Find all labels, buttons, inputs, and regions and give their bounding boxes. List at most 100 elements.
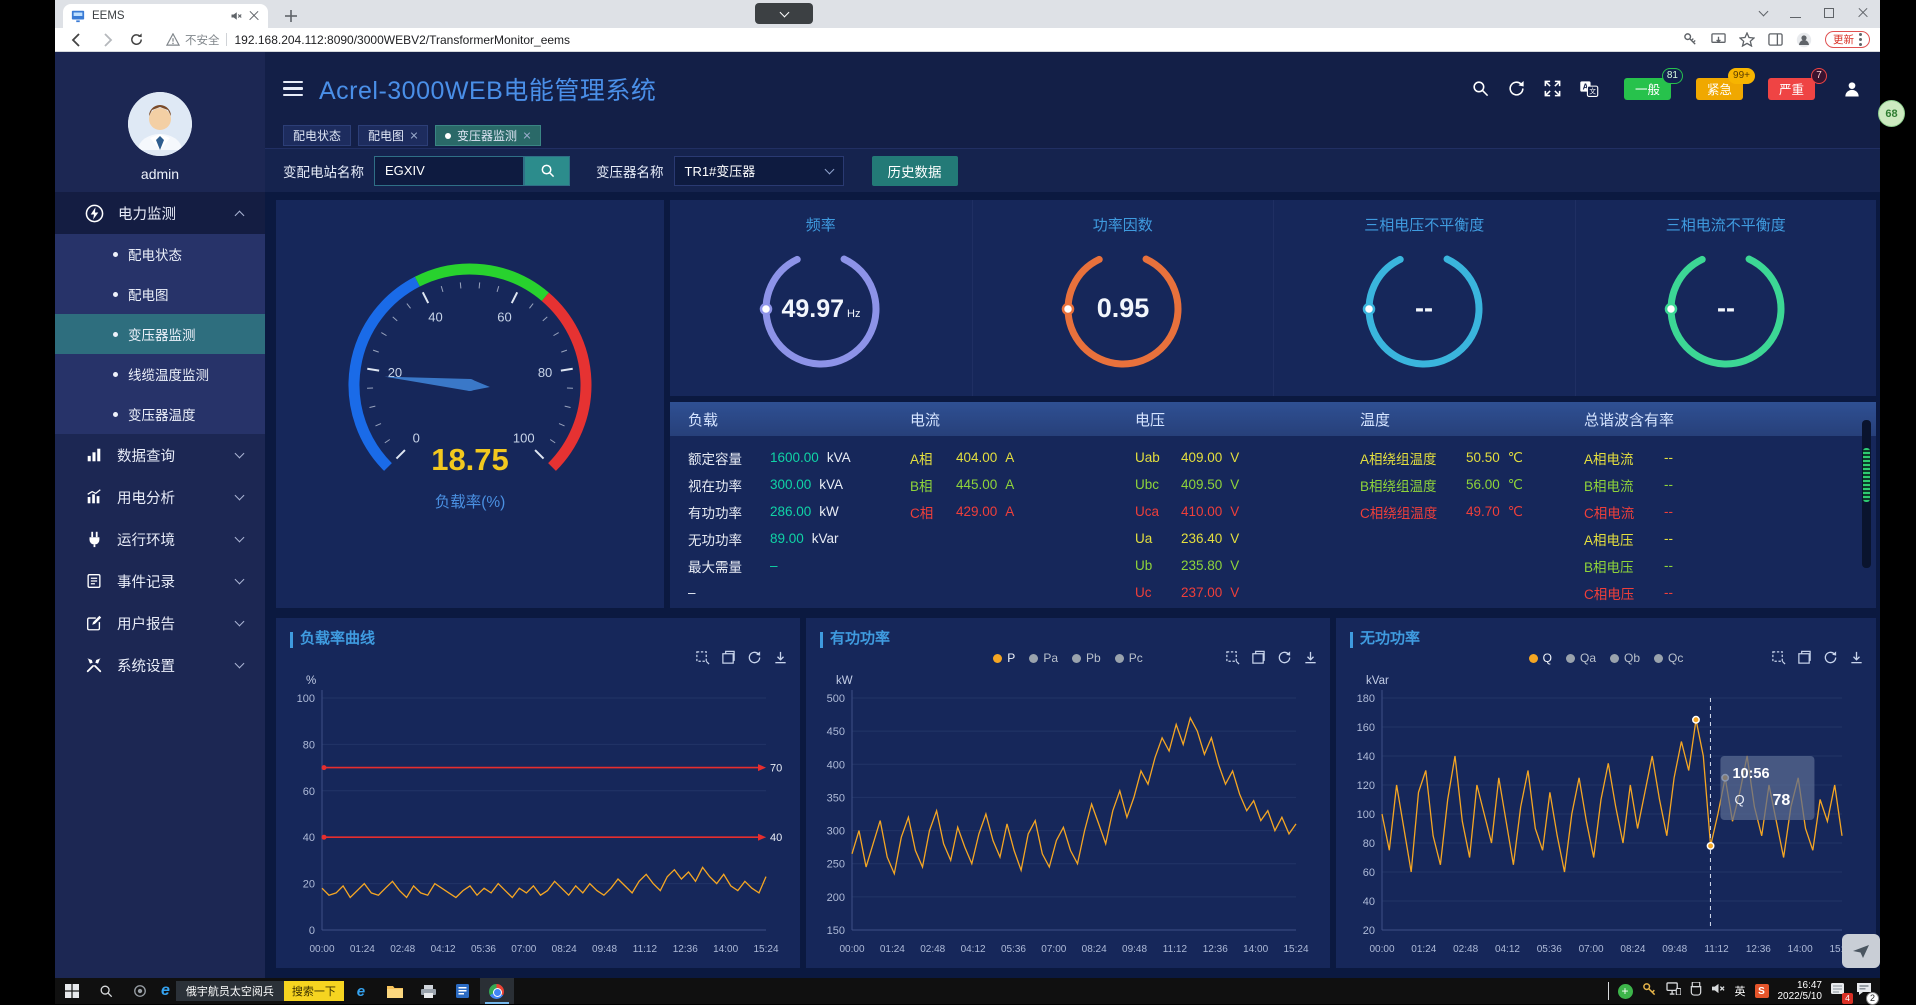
chart-refresh-icon[interactable]	[1277, 650, 1292, 665]
sidebar-item-2[interactable]: 用电分析	[55, 476, 265, 518]
header-translate-icon[interactable]: A文	[1579, 79, 1599, 98]
floating-chat-button[interactable]	[1842, 934, 1880, 968]
taskbar-app-explorer[interactable]	[378, 978, 412, 1004]
page-scrollbar[interactable]	[1862, 420, 1871, 568]
news-search-widget[interactable]: e 俄宇航员太空阅兵 搜索一下	[157, 978, 344, 1004]
header-refresh-icon[interactable]	[1507, 79, 1526, 98]
tray-usb-icon[interactable]	[1690, 982, 1702, 1001]
tab-close-icon[interactable]	[248, 10, 260, 22]
browser-tab[interactable]: EEMS	[63, 4, 268, 28]
password-key-icon[interactable]	[1683, 32, 1698, 47]
hamburger-menu-icon[interactable]	[283, 81, 303, 97]
history-data-button[interactable]: 历史数据	[872, 156, 958, 186]
taskbar-app-ie[interactable]: e	[344, 978, 378, 1004]
station-input[interactable]	[374, 156, 524, 186]
news-search-button[interactable]: 搜索一下	[284, 981, 344, 1001]
window-minimize-button[interactable]	[1778, 0, 1812, 26]
tray-expand-icon[interactable]	[1608, 982, 1609, 1000]
chart-refresh-icon[interactable]	[1823, 650, 1838, 665]
zoom-select-icon[interactable]	[1771, 650, 1786, 665]
refresh-button[interactable]	[129, 32, 144, 47]
restore-icon[interactable]	[721, 650, 736, 665]
sidebar-item-3[interactable]: 运行环境	[55, 518, 265, 560]
side-panel-icon[interactable]	[1768, 32, 1783, 47]
transformer-select[interactable]: TR1#变压器	[674, 156, 844, 186]
back-button[interactable]	[69, 32, 85, 48]
forward-button[interactable]	[99, 32, 115, 48]
chart-refresh-icon[interactable]	[747, 650, 762, 665]
scrollbar-thumb[interactable]	[1863, 448, 1870, 502]
header-fullscreen-icon[interactable]	[1543, 79, 1562, 98]
page-tab-1[interactable]: 配电图	[358, 125, 428, 146]
download-icon[interactable]	[1849, 650, 1864, 665]
close-icon[interactable]	[410, 132, 418, 140]
zoom-select-icon[interactable]	[1225, 650, 1240, 665]
header-user-icon[interactable]	[1842, 79, 1862, 99]
legend-item-Pb[interactable]: Pb	[1072, 651, 1101, 665]
tray-keys-icon[interactable]	[1642, 982, 1657, 1001]
legend-item-Pc[interactable]: Pc	[1115, 651, 1143, 665]
taskbar-app-chrome[interactable]	[480, 978, 514, 1004]
taskbar-clock[interactable]: 16:47 2022/5/10	[1778, 980, 1823, 1002]
start-button[interactable]	[55, 978, 89, 1004]
legend-item-Qa[interactable]: Qa	[1566, 651, 1596, 665]
page-tab-2[interactable]: 变压器监测	[435, 125, 541, 146]
tab-audio-muted-icon[interactable]	[230, 10, 242, 22]
series-line-负载率[interactable]	[322, 867, 766, 897]
header-search-icon[interactable]	[1471, 79, 1490, 98]
legend-item-P[interactable]: P	[993, 651, 1015, 665]
taskbar-app-document[interactable]	[446, 978, 480, 1004]
browser-menu-icon[interactable]	[1859, 33, 1862, 46]
legend-item-Qc[interactable]: Qc	[1654, 651, 1683, 665]
omnibox[interactable]: 不安全 192.168.204.112:8090/3000WEBV2/Trans…	[166, 32, 1683, 48]
zoom-select-icon[interactable]	[695, 650, 710, 665]
user-avatar[interactable]	[128, 92, 192, 156]
window-close-button[interactable]	[1846, 0, 1880, 26]
action-center-badge[interactable]: 2	[1856, 982, 1872, 1001]
download-icon[interactable]	[773, 650, 788, 665]
sogou-ime-icon[interactable]: S	[1755, 984, 1769, 998]
recorder-badge[interactable]: 68	[1878, 100, 1905, 127]
media-controls-pill[interactable]	[755, 3, 813, 24]
tray-accelerator-icon[interactable]: +	[1618, 984, 1633, 999]
news-headline[interactable]: 俄宇航员太空阅兵	[176, 981, 284, 1001]
cortana-icon[interactable]	[123, 978, 157, 1004]
taskbar-app-printer[interactable]	[412, 978, 446, 1004]
sidebar-item-0[interactable]: 电力监测	[55, 192, 265, 234]
new-tab-button[interactable]	[281, 6, 301, 26]
profile-avatar-icon[interactable]	[1796, 32, 1812, 48]
update-button[interactable]: 更新	[1825, 31, 1870, 48]
taskbar-search-icon[interactable]	[89, 978, 123, 1004]
bookmark-star-icon[interactable]	[1739, 32, 1755, 47]
restore-icon[interactable]	[1797, 650, 1812, 665]
sidebar-subitem-2[interactable]: 变压器监测	[55, 314, 265, 354]
close-icon[interactable]	[523, 132, 531, 140]
download-icon[interactable]	[1303, 650, 1318, 665]
sidebar-item-5[interactable]: 用户报告	[55, 602, 265, 644]
series-line-P[interactable]	[852, 718, 1296, 874]
sidebar-item-4[interactable]: 事件记录	[55, 560, 265, 602]
sidebar-subitem-4[interactable]: 变压器温度	[55, 394, 265, 434]
notification-app-badge[interactable]: 4	[1831, 982, 1847, 1001]
alarm-badge-2[interactable]: 严重7	[1768, 78, 1815, 100]
station-search-button[interactable]	[524, 156, 570, 186]
legend-item-Q[interactable]: Q	[1529, 651, 1552, 665]
url-text[interactable]: 192.168.204.112:8090/3000WEBV2/Transform…	[235, 33, 571, 47]
page-tab-0[interactable]: 配电状态	[283, 125, 351, 146]
window-maximize-button[interactable]	[1812, 0, 1846, 26]
volume-muted-icon[interactable]	[1711, 982, 1726, 1000]
tray-network-icon[interactable]	[1666, 982, 1681, 1000]
sidebar-subitem-3[interactable]: 线缆温度监测	[55, 354, 265, 394]
sidebar-subitem-0[interactable]: 配电状态	[55, 234, 265, 274]
legend-item-Qb[interactable]: Qb	[1610, 651, 1640, 665]
window-menu-chevron[interactable]	[1746, 0, 1780, 26]
ime-language-indicator[interactable]: 英	[1735, 983, 1746, 999]
legend-item-Pa[interactable]: Pa	[1029, 651, 1058, 665]
sidebar-subitem-1[interactable]: 配电图	[55, 274, 265, 314]
alarm-badge-1[interactable]: 紧急99+	[1696, 78, 1743, 100]
sidebar-item-6[interactable]: 系统设置	[55, 644, 265, 686]
sidebar-item-1[interactable]: 数据查询	[55, 434, 265, 476]
restore-icon[interactable]	[1251, 650, 1266, 665]
alarm-badge-0[interactable]: 一般81	[1624, 78, 1671, 100]
install-icon[interactable]	[1711, 32, 1726, 47]
